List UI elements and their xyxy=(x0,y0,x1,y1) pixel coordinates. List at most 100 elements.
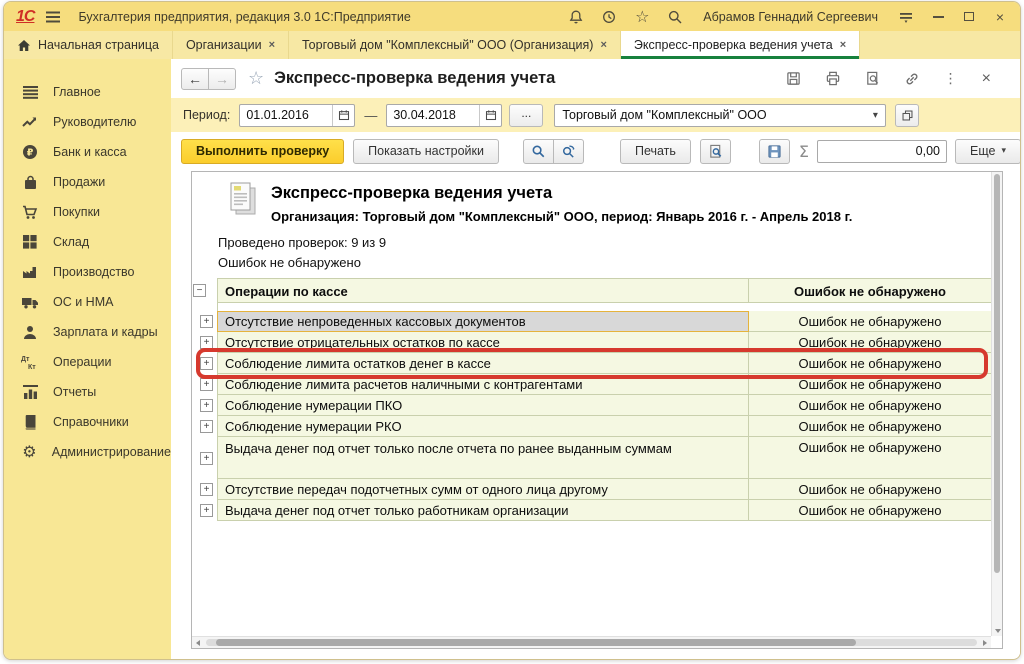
run-check-button[interactable]: Выполнить проверку xyxy=(181,139,344,164)
tab-organizations[interactable]: Организации × xyxy=(173,31,289,59)
vertical-scrollbar-thumb[interactable] xyxy=(994,174,1000,573)
sidebar-item-reports[interactable]: Отчеты xyxy=(4,377,171,407)
check-row-status-cell[interactable]: Ошибок не обнаружено xyxy=(749,437,991,479)
sidebar-item-warehouse[interactable]: Склад xyxy=(4,227,171,257)
expand-icon[interactable]: + xyxy=(200,357,213,370)
horizontal-scrollbar-thumb[interactable] xyxy=(216,639,856,646)
check-row-status-cell[interactable]: Ошибок не обнаружено xyxy=(749,416,991,437)
check-row-label-cell[interactable]: Отсутствие отрицательных остатков по кас… xyxy=(217,332,749,353)
expand-icon[interactable]: + xyxy=(200,378,213,391)
check-table-row[interactable]: + Соблюдение лимита остатков денег в кас… xyxy=(193,353,991,374)
period-choose-button[interactable]: ... xyxy=(509,104,543,127)
close-tab-icon[interactable]: × xyxy=(840,39,846,51)
check-table-row[interactable]: + Отсутствие передач подотчетных сумм от… xyxy=(193,479,991,500)
check-table-row[interactable]: + Соблюдение нумерации РКО Ошибок не обн… xyxy=(193,416,991,437)
notifications-bell-icon[interactable] xyxy=(567,8,585,26)
check-row-label-cell[interactable]: Выдача денег под отчет только после отче… xyxy=(217,437,749,479)
global-search-icon[interactable] xyxy=(666,8,684,26)
tab-organization-card[interactable]: Торговый дом "Комплексный" ООО (Организа… xyxy=(289,31,621,59)
sidebar-item-directories[interactable]: Справочники xyxy=(4,407,171,437)
period-from-input[interactable] xyxy=(240,105,332,126)
nav-back-button[interactable]: ← xyxy=(181,68,209,90)
check-table-row[interactable]: + Соблюдение лимита расчетов наличными с… xyxy=(193,374,991,395)
expand-icon[interactable]: + xyxy=(200,483,213,496)
find-next-button[interactable] xyxy=(553,139,584,164)
sidebar-item-administration[interactable]: ⚙ Администрирование xyxy=(4,437,171,467)
print-button[interactable]: Печать xyxy=(620,139,691,164)
open-organization-button[interactable] xyxy=(895,104,919,127)
tab-express-check[interactable]: Экспресс-проверка ведения учета × xyxy=(621,31,860,59)
save-icon[interactable] xyxy=(786,71,801,86)
check-table-row[interactable]: + Соблюдение нумерации ПКО Ошибок не обн… xyxy=(193,395,991,416)
sidebar-item-fixed-assets[interactable]: ОС и НМА xyxy=(4,287,171,317)
vertical-scrollbar[interactable] xyxy=(991,172,1002,636)
check-row-label-cell[interactable]: Выдача денег под отчет только работникам… xyxy=(217,500,749,521)
print-preview-button[interactable] xyxy=(700,139,731,164)
check-table-row[interactable]: + Отсутствие отрицательных остатков по к… xyxy=(193,332,991,353)
more-button[interactable]: Еще ▾ xyxy=(955,139,1021,164)
sidebar-item-manager[interactable]: Руководителю xyxy=(4,107,171,137)
print-icon[interactable] xyxy=(825,71,841,86)
sidebar-item-operations[interactable]: ДтКт Операции xyxy=(4,347,171,377)
scroll-right-arrow-icon[interactable] xyxy=(983,640,987,646)
close-tab-icon[interactable]: × xyxy=(269,39,275,51)
close-tab-icon[interactable]: × xyxy=(600,39,606,51)
expand-icon[interactable]: + xyxy=(200,452,213,465)
check-row-status-cell[interactable]: Ошибок не обнаружено xyxy=(749,395,991,416)
history-icon[interactable] xyxy=(600,8,618,26)
sidebar-item-sales[interactable]: Продажи xyxy=(4,167,171,197)
sidebar-item-main[interactable]: Главное xyxy=(4,77,171,107)
get-link-icon[interactable] xyxy=(904,71,920,87)
check-table-row[interactable]: + Отсутствие непроведенных кассовых доку… xyxy=(193,311,991,332)
check-table-row[interactable]: + Выдача денег под отчет только после от… xyxy=(193,437,991,479)
add-favorite-star-icon[interactable]: ☆ xyxy=(248,68,264,89)
expand-icon[interactable]: + xyxy=(200,336,213,349)
check-row-label-cell[interactable]: Отсутствие непроведенных кассовых докуме… xyxy=(217,311,749,332)
section-status-cell[interactable]: Ошибок не обнаружено xyxy=(749,278,991,303)
scroll-down-arrow-icon[interactable] xyxy=(995,629,1001,633)
find-button[interactable] xyxy=(523,139,554,164)
sidebar-item-payroll-hr[interactable]: Зарплата и кадры xyxy=(4,317,171,347)
save-result-button[interactable] xyxy=(759,139,790,164)
expand-icon[interactable]: + xyxy=(200,420,213,433)
check-row-label-cell[interactable]: Соблюдение лимита расчетов наличными с к… xyxy=(217,374,749,395)
maximize-button[interactable] xyxy=(961,9,977,25)
nav-forward-button[interactable]: → xyxy=(208,68,236,90)
expand-icon[interactable]: + xyxy=(200,315,213,328)
period-to-input[interactable] xyxy=(387,105,479,126)
scroll-left-arrow-icon[interactable] xyxy=(196,640,200,646)
calendar-icon[interactable] xyxy=(332,105,354,126)
calendar-icon[interactable] xyxy=(479,105,501,126)
service-menu-icon[interactable] xyxy=(897,8,915,26)
more-actions-kebab-icon[interactable]: ⋮ xyxy=(944,71,958,87)
check-row-label-cell[interactable]: Соблюдение нумерации ПКО xyxy=(217,395,749,416)
horizontal-scrollbar[interactable] xyxy=(192,636,991,648)
check-row-status-cell[interactable]: Ошибок не обнаружено xyxy=(749,500,991,521)
section-header-cell[interactable]: Операции по кассе xyxy=(217,278,749,303)
check-row-label-cell[interactable]: Отсутствие передач подотчетных сумм от о… xyxy=(217,479,749,500)
tab-home[interactable]: Начальная страница xyxy=(4,31,173,59)
table-section-row[interactable]: − Операции по кассе Ошибок не обнаружено xyxy=(193,278,991,303)
check-row-label-cell[interactable]: Соблюдение нумерации РКО xyxy=(217,416,749,437)
expand-icon[interactable]: + xyxy=(200,399,213,412)
main-menu-icon[interactable] xyxy=(44,8,62,26)
check-row-status-cell[interactable]: Ошибок не обнаружено xyxy=(749,374,991,395)
sidebar-item-purchases[interactable]: Покупки xyxy=(4,197,171,227)
check-row-status-cell[interactable]: Ошибок не обнаружено xyxy=(749,311,991,332)
check-row-status-cell[interactable]: Ошибок не обнаружено xyxy=(749,332,991,353)
minimize-button[interactable] xyxy=(930,9,946,25)
check-row-label-cell[interactable]: Соблюдение лимита остатков денег в кассе xyxy=(217,353,749,374)
sidebar-item-bank-cash[interactable]: ₽ Банк и касса xyxy=(4,137,171,167)
print-preview-icon[interactable] xyxy=(865,71,880,86)
check-row-status-cell[interactable]: Ошибок не обнаружено xyxy=(749,353,991,374)
check-table-row[interactable]: + Выдача денег под отчет только работник… xyxy=(193,500,991,521)
current-user-name[interactable]: Абрамов Геннадий Сергеевич xyxy=(703,10,878,24)
check-row-status-cell[interactable]: Ошибок не обнаружено xyxy=(749,479,991,500)
show-settings-button[interactable]: Показать настройки xyxy=(353,139,499,164)
collapse-icon[interactable]: − xyxy=(193,284,206,297)
chevron-down-icon[interactable]: ▾ xyxy=(865,105,885,126)
close-window-button[interactable]: × xyxy=(992,9,1008,25)
organization-combobox[interactable]: Торговый дом "Комплексный" ООО ▾ xyxy=(554,104,886,127)
sum-field[interactable] xyxy=(817,140,947,163)
close-form-icon[interactable]: × xyxy=(982,70,991,88)
